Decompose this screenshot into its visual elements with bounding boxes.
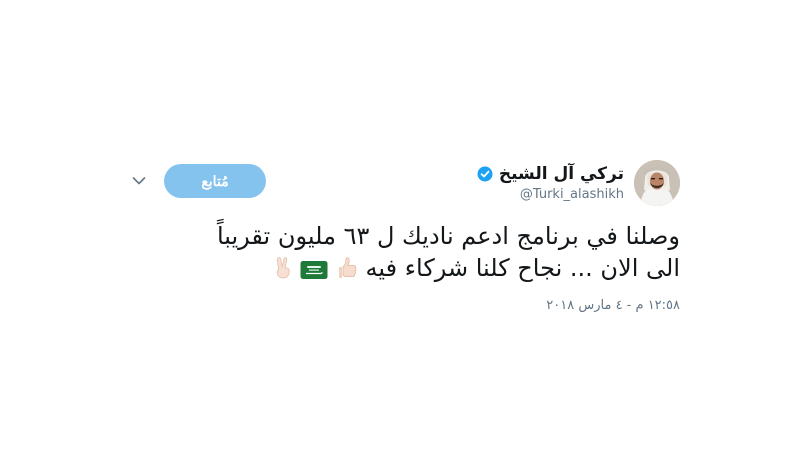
avatar-image [634, 160, 680, 206]
emoji-group [270, 255, 358, 281]
author-name-row[interactable]: تركي آل الشيخ [477, 164, 624, 184]
tweet-text: وصلنا في برنامج ادعم ناديك ل ٦٣ مليون تق… [120, 220, 680, 284]
verified-badge-icon [477, 166, 493, 182]
tweet-timestamp[interactable]: ١٢:٥٨ م - ٤ مارس ٢٠١٨ [546, 298, 680, 313]
author-handle[interactable]: @Turki_alashikh [520, 187, 624, 203]
more-options-button[interactable] [130, 172, 148, 190]
tweet-text-segment: الى الان ... نجاح كلنا شركاء فيه [365, 254, 680, 282]
tweet-text-line: وصلنا في برنامج ادعم ناديك ل ٦٣ مليون تق… [216, 222, 680, 250]
saudi-flag-icon [300, 257, 328, 279]
victory-hand-icon [270, 255, 296, 281]
following-button[interactable]: مُتابع [164, 164, 266, 198]
avatar[interactable] [634, 160, 680, 206]
chevron-down-icon [132, 177, 146, 185]
tweet-text-line: الى الان ... نجاح كلنا شركاء فيه [120, 252, 680, 284]
thumbs-up-icon [332, 255, 358, 281]
author-display-name[interactable]: تركي آل الشيخ [499, 164, 624, 184]
tweet-card: تركي آل الشيخ @Turki_alashikh مُتابع وصل… [120, 150, 680, 330]
tweet-embed-page: تركي آل الشيخ @Turki_alashikh مُتابع وصل… [0, 0, 800, 449]
